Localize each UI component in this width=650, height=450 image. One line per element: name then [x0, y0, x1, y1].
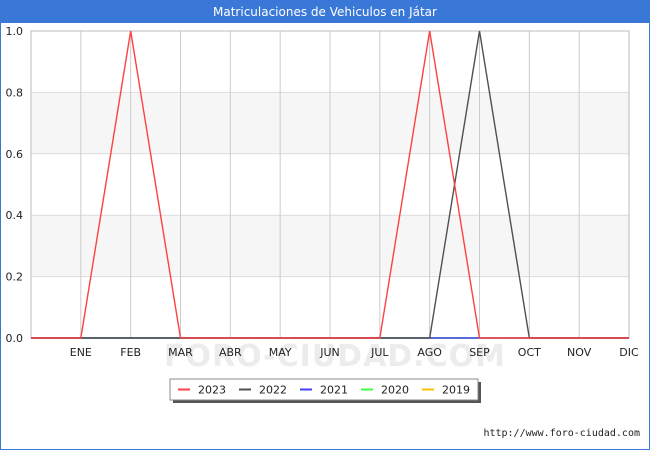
- x-tick-label: JUN: [319, 346, 340, 359]
- legend-label-2021: 2021: [320, 384, 348, 397]
- chart-frame: Matriculaciones de Vehiculos en Játar FO…: [0, 0, 650, 450]
- y-tick-label: 0.6: [6, 148, 24, 161]
- x-tick-label: ENE: [70, 346, 92, 359]
- y-tick-label: 1.0: [6, 25, 24, 38]
- x-tick-label: SEP: [469, 346, 490, 359]
- x-tick-label: DIC: [619, 346, 639, 359]
- x-tick-label: MAR: [168, 346, 193, 359]
- y-tick-label: 0.2: [6, 271, 24, 284]
- chart-svg: FORO-CIUDAD.COM0.00.20.40.60.81.0ENE FEB M…: [6, 25, 639, 403]
- x-tick-label: NOV: [567, 346, 592, 359]
- legend-label-2023: 2023: [198, 384, 226, 397]
- x-tick-label: FEB: [120, 346, 141, 359]
- x-tick-label: JUL: [370, 346, 389, 359]
- x-tick-label: ABR: [219, 346, 242, 359]
- legend-label-2022: 2022: [259, 384, 287, 397]
- legend-label-2020: 2020: [381, 384, 409, 397]
- y-tick-label: 0.0: [6, 332, 24, 345]
- x-tick-label: AGO: [417, 346, 442, 359]
- x-tick-label: OCT: [518, 346, 541, 359]
- legend-label-2019: 2019: [442, 384, 470, 397]
- source-url: http://www.foro-ciudad.com: [483, 428, 640, 439]
- y-tick-label: 0.8: [6, 86, 24, 99]
- x-tick-label: MAY: [269, 346, 292, 359]
- y-tick-label: 0.4: [6, 209, 24, 222]
